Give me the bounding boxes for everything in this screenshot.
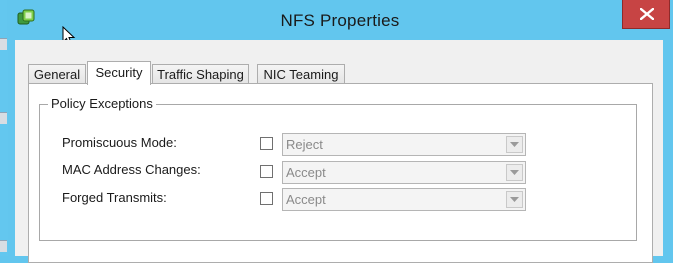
window-frame-right <box>663 40 673 256</box>
mac-address-changes-select[interactable]: Accept <box>282 161 526 184</box>
chevron-down-icon <box>510 197 519 202</box>
security-tab-panel: Policy Exceptions Promiscuous Mode: Reje… <box>28 83 653 263</box>
mac-address-changes-label: MAC Address Changes: <box>62 162 201 177</box>
promiscuous-mode-label: Promiscuous Mode: <box>62 135 177 150</box>
background-window-fragment <box>0 38 7 50</box>
dropdown-button[interactable] <box>506 136 523 153</box>
background-window-fragment <box>0 112 7 124</box>
dialog-client-area: General Security Traffic Shaping NIC Tea… <box>15 40 663 263</box>
forged-transmits-label: Forged Transmits: <box>62 190 167 205</box>
tab-label: General <box>33 67 81 82</box>
title-bar[interactable]: NFS Properties <box>7 0 673 40</box>
promiscuous-mode-checkbox[interactable] <box>260 137 273 150</box>
dropdown-button[interactable] <box>506 164 523 181</box>
select-value: Reject <box>286 137 323 152</box>
tab-label: NIC Teaming <box>263 67 339 82</box>
group-title: Policy Exceptions <box>48 96 156 111</box>
tab-label: Traffic Shaping <box>157 67 244 82</box>
promiscuous-mode-select[interactable]: Reject <box>282 133 526 156</box>
select-value: Accept <box>286 192 326 207</box>
select-value: Accept <box>286 165 326 180</box>
forged-transmits-checkbox[interactable] <box>260 192 273 205</box>
chevron-down-icon <box>510 142 519 147</box>
tab-security[interactable]: Security <box>87 61 151 85</box>
chevron-down-icon <box>510 170 519 175</box>
policy-exceptions-group: Policy Exceptions Promiscuous Mode: Reje… <box>39 96 637 241</box>
tab-traffic-shaping[interactable]: Traffic Shaping <box>152 64 249 84</box>
background-window-fragment <box>0 240 7 252</box>
tab-label: Security <box>95 65 143 80</box>
tab-general[interactable]: General <box>28 64 86 84</box>
close-icon <box>640 8 654 20</box>
tab-nic-teaming[interactable]: NIC Teaming <box>257 64 345 84</box>
dropdown-button[interactable] <box>506 191 523 208</box>
mac-address-changes-checkbox[interactable] <box>260 165 273 178</box>
forged-transmits-select[interactable]: Accept <box>282 188 526 211</box>
close-button[interactable] <box>622 0 670 29</box>
window-title: NFS Properties <box>280 11 400 30</box>
